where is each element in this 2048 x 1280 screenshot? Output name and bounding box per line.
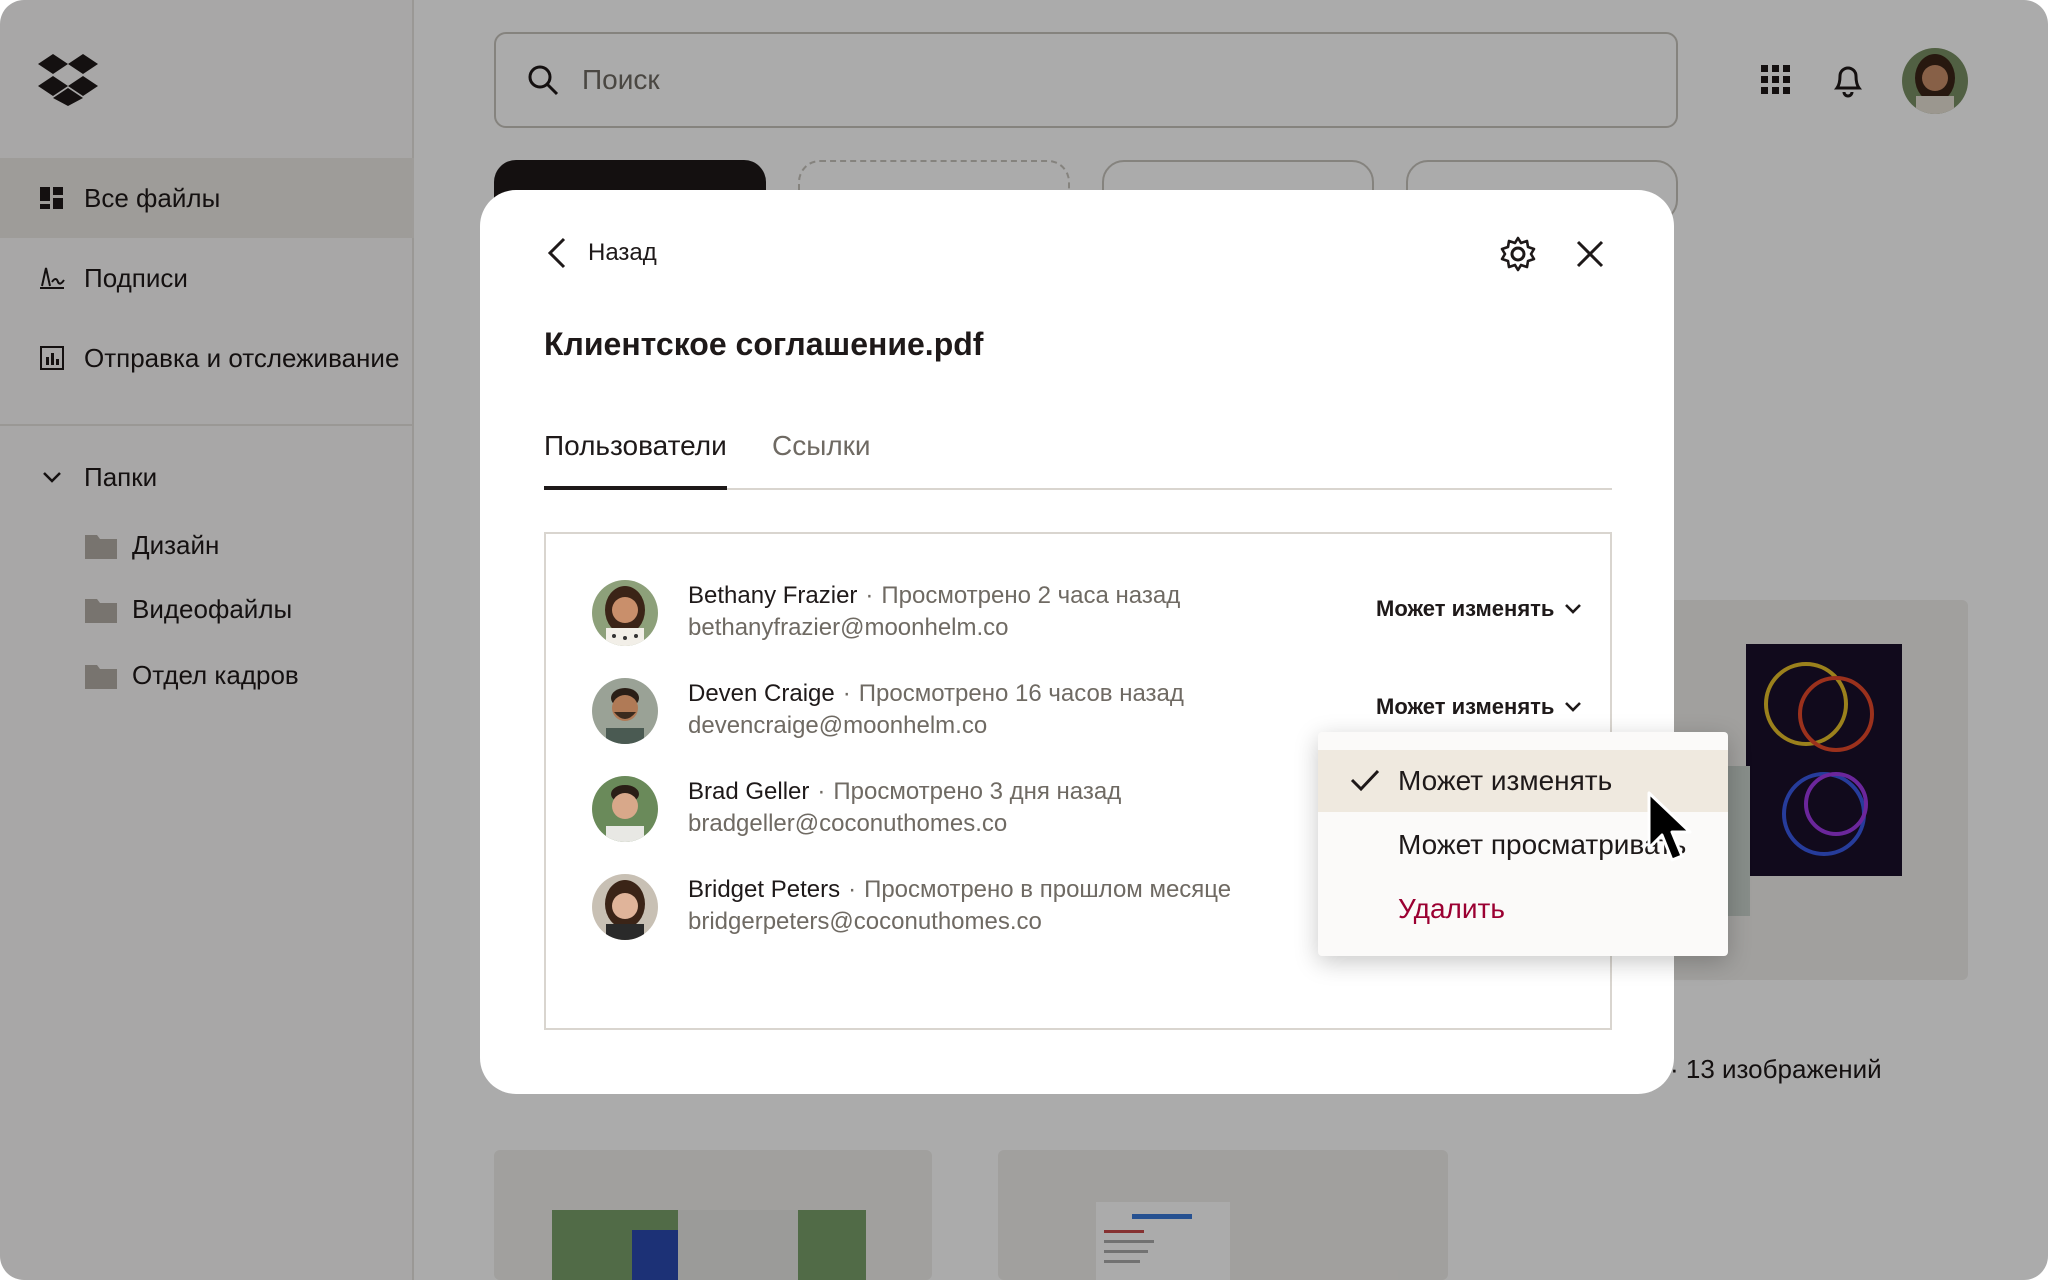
user-row: Bethany Frazier · Просмотрено 2 часа назад… (592, 580, 1582, 650)
avatar (592, 776, 658, 842)
permission-dropdown[interactable]: Может изменять (1376, 694, 1582, 720)
user-last-viewed: Просмотрено в прошлом месяце (864, 876, 1232, 903)
user-email: bradgeller@coconuthomes.co (688, 810, 1008, 837)
check-icon (1350, 769, 1380, 792)
tab-links[interactable]: Ссылки (772, 430, 871, 480)
separator-dot: · (848, 876, 857, 903)
tabs: Пользователи Ссылки (544, 430, 1612, 490)
share-modal: Назад Клиентское соглашение.pdf Пользова… (480, 190, 1674, 1094)
chevron-left-icon (547, 237, 566, 269)
user-name-line: Bridget Peters · Просмотрено в прошлом мес… (688, 876, 1231, 904)
chevron-down-icon (1565, 604, 1582, 614)
menu-item-delete[interactable]: Удалить (1318, 878, 1728, 940)
user-name: Deven Craige (688, 680, 835, 707)
user-email: bethanyfrazier@moonhelm.co (688, 614, 1009, 641)
menu-item-label: Удалить (1398, 893, 1505, 924)
mouse-cursor-icon (1647, 791, 1692, 862)
avatar (592, 678, 658, 744)
separator-dot: · (865, 582, 874, 609)
app-window: Все файлы Подписи Отправка и отслеживани… (0, 0, 2048, 1280)
back-button[interactable]: Назад (544, 236, 657, 270)
user-name: Bethany Frazier (688, 582, 858, 609)
user-last-viewed: Просмотрено 3 дня назад (833, 778, 1122, 805)
chevron-down-icon (1565, 702, 1582, 712)
user-name: Brad Geller (688, 778, 810, 805)
tab-users[interactable]: Пользователи (544, 430, 727, 490)
permission-label: Может изменять (1376, 694, 1555, 719)
gear-icon[interactable] (1500, 236, 1536, 272)
modal-title: Клиентское соглашение.pdf (544, 326, 984, 362)
user-name-line: Brad Geller · Просмотрено 3 дня назад (688, 778, 1121, 806)
separator-dot: · (842, 680, 851, 707)
menu-item-label: Может просматривать (1398, 829, 1687, 860)
separator-dot: · (817, 778, 826, 805)
permission-dropdown[interactable]: Может изменять (1376, 596, 1582, 622)
avatar (592, 580, 658, 646)
close-icon[interactable] (1574, 238, 1606, 270)
user-last-viewed: Просмотрено 16 часов назад (858, 680, 1184, 707)
user-name-line: Bethany Frazier · Просмотрено 2 часа назад (688, 582, 1180, 610)
user-email: bridgerpeters@coconuthomes.co (688, 908, 1042, 935)
avatar (592, 874, 658, 940)
back-label: Назад (588, 239, 657, 266)
user-name: Bridget Peters (688, 876, 841, 903)
permission-label: Может изменять (1376, 596, 1555, 621)
user-last-viewed: Просмотрено 2 часа назад (881, 582, 1181, 609)
user-email: devencraige@moonhelm.co (688, 712, 988, 739)
user-name-line: Deven Craige · Просмотрено 16 часов назад (688, 680, 1184, 708)
menu-item-label: Может изменять (1398, 765, 1613, 796)
